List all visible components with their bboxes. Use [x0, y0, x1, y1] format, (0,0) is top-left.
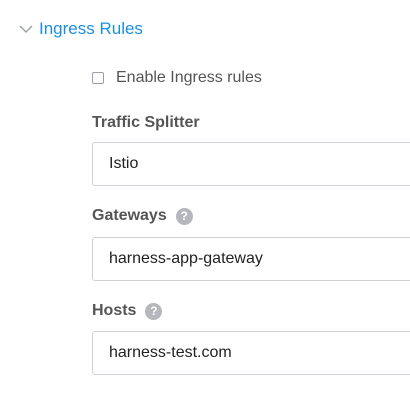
traffic-splitter-field[interactable]: Istio: [92, 142, 410, 186]
gateways-label-text: Gateways: [92, 207, 167, 224]
hosts-value: harness-test.com: [109, 344, 232, 361]
traffic-splitter-label: Traffic Splitter: [92, 114, 200, 132]
hosts-field[interactable]: harness-test.com: [92, 331, 410, 375]
help-icon[interactable]: ?: [175, 207, 193, 225]
hosts-label: Hosts ?: [92, 302, 163, 320]
ingress-rules-panel: Ingress Rules Enable Ingress rules Traff…: [0, 0, 410, 400]
traffic-splitter-value: Istio: [109, 155, 139, 172]
chevron-down-icon: [18, 21, 34, 37]
help-icon[interactable]: ?: [145, 302, 163, 320]
enable-ingress-checkbox[interactable]: [92, 72, 104, 84]
gateways-field[interactable]: harness-app-gateway: [92, 237, 410, 281]
gateways-label: Gateways ?: [92, 207, 193, 225]
enable-ingress-label: Enable Ingress rules: [116, 69, 262, 86]
hosts-label-text: Hosts: [92, 302, 137, 319]
ingress-rules-toggle[interactable]: Ingress Rules: [18, 16, 143, 42]
section-title: Ingress Rules: [39, 19, 143, 38]
traffic-splitter-label-text: Traffic Splitter: [92, 114, 200, 131]
enable-ingress-row[interactable]: Enable Ingress rules: [92, 66, 262, 90]
gateways-value: harness-app-gateway: [109, 250, 263, 267]
